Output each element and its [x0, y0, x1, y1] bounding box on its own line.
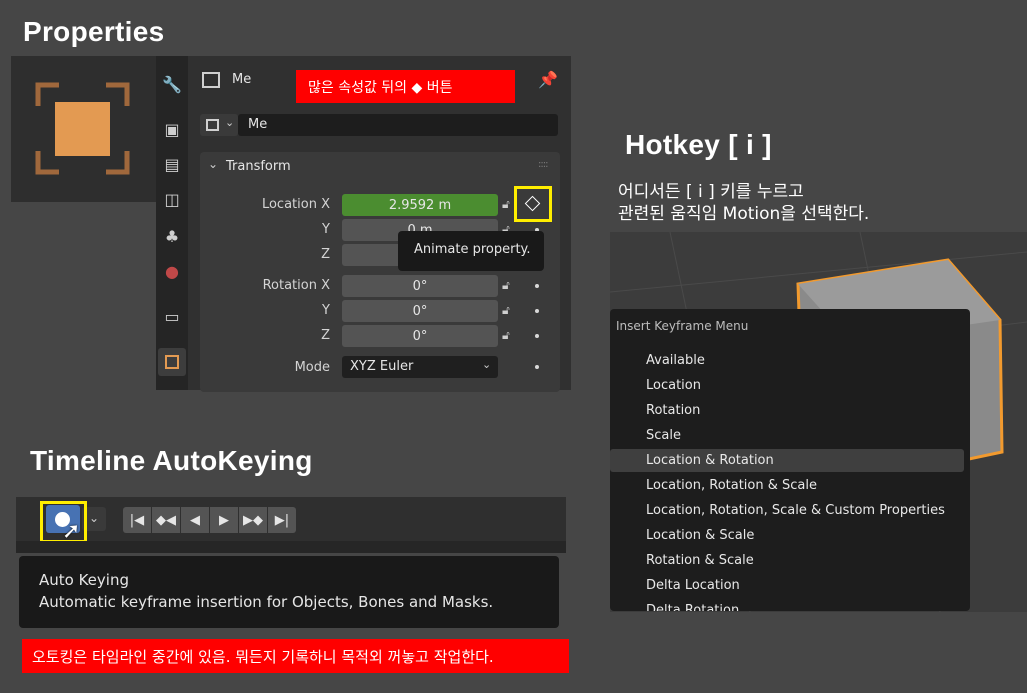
hotkey-line2: 관련된 움직임 Motion을 선택한다.	[618, 204, 870, 224]
timeline-header: ⌄ |◀ ◆◀ ◀ ▶ ▶◆ ▶|	[16, 497, 566, 541]
data-name-field[interactable]: Me	[238, 114, 558, 136]
menu-item-location-rotation[interactable]: Location & Rotation	[646, 453, 774, 468]
hotkey-heading: Hotkey [ i ]	[625, 129, 772, 160]
data-name-text: Me	[248, 117, 268, 132]
data-browse-button[interactable]: ⌄	[200, 114, 238, 136]
object-origin-icon	[35, 82, 130, 175]
menu-item-location[interactable]: Location	[646, 378, 701, 393]
lock-icon[interactable]: 🔓︎	[502, 278, 510, 293]
object-icon	[165, 355, 179, 369]
insert-keyframe-menu: Insert Keyframe Menu Available Location …	[610, 309, 970, 611]
chevron-down-icon[interactable]: ⌄	[208, 157, 218, 171]
location-z-label: Z	[321, 247, 330, 262]
menu-item-location-rotation-scale[interactable]: Location, Rotation & Scale	[646, 478, 817, 493]
collection-icon[interactable]: ▭	[162, 306, 182, 326]
properties-sidebar: 🔧 ▣ ▤ ◫ ♣ ● ▭	[156, 56, 188, 390]
chevron-down-icon: ⌄	[225, 116, 235, 129]
menu-item-scale[interactable]: Scale	[646, 428, 681, 443]
menu-item-available[interactable]: Available	[646, 353, 705, 368]
transform-panel-title[interactable]: Transform	[226, 159, 291, 174]
menu-item-location-rotation-scale-custom[interactable]: Location, Rotation, Scale & Custom Prope…	[646, 503, 945, 518]
autokey-tooltip-desc: Automatic keyframe insertion for Objects…	[39, 593, 494, 611]
play-reverse-icon[interactable]: ◀	[181, 507, 209, 533]
world-icon[interactable]: ●	[162, 261, 182, 281]
mode-value: XYZ Euler	[350, 359, 414, 374]
rotation-y-field[interactable]: 0°	[342, 300, 498, 322]
tooltip-text: Animate property.	[414, 242, 531, 257]
menu-item-location-scale[interactable]: Location & Scale	[646, 528, 754, 543]
drag-handle-icon[interactable]: ::::	[538, 159, 549, 170]
object-name: Me	[232, 72, 252, 87]
rotation-x-label: Rotation X	[262, 278, 330, 293]
keyframe-diamond-icon[interactable]	[524, 195, 541, 212]
keyframe-highlight	[514, 186, 552, 222]
output-icon[interactable]: ▤	[162, 154, 182, 174]
next-keyframe-icon[interactable]: ▶◆	[239, 507, 267, 533]
properties-editor: Me 📌 ⌄ Me ⌄ Transform :::: Location X 2.…	[188, 56, 571, 392]
menu-item-rotation-scale[interactable]: Rotation & Scale	[646, 553, 754, 568]
rotation-x-field[interactable]: 0°	[342, 275, 498, 297]
object-thumbnail	[11, 56, 156, 202]
keyframe-dot-icon[interactable]	[535, 365, 539, 369]
pin-icon[interactable]: 📌	[538, 70, 558, 89]
menu-item-delta-rotation[interactable]: Delta Rotation	[646, 603, 739, 611]
keyframe-dot-icon[interactable]	[535, 284, 539, 288]
menu-item-delta-location[interactable]: Delta Location	[646, 578, 740, 593]
jump-end-icon[interactable]: ▶|	[268, 507, 296, 533]
object-icon	[202, 72, 220, 88]
rotation-z-field[interactable]: 0°	[342, 325, 498, 347]
keyframe-dot-icon[interactable]	[535, 309, 539, 313]
timeline-heading: Timeline AutoKeying	[30, 445, 313, 476]
properties-note: 많은 속성값 뒤의 ◆ 버튼	[296, 70, 515, 103]
rotation-z-label: Z	[321, 328, 330, 343]
mode-dropdown[interactable]: XYZ Euler ⌄	[342, 356, 498, 378]
jump-start-icon[interactable]: |◀	[123, 507, 151, 533]
location-x-field[interactable]: 2.9592 m	[342, 194, 498, 216]
menu-item-rotation[interactable]: Rotation	[646, 403, 700, 418]
object-icon	[206, 119, 219, 131]
timeline-ruler[interactable]	[16, 541, 566, 553]
rotation-y-label: Y	[322, 303, 330, 318]
location-x-label: Location X	[261, 197, 330, 212]
lock-icon[interactable]: 🔓︎	[502, 328, 510, 343]
mode-label: Mode	[294, 360, 330, 375]
autokey-note: 오토킹은 타임라인 중간에 있음. 뭐든지 기록하니 목적외 꺼놓고 작업한다.	[22, 639, 569, 673]
object-tab[interactable]	[158, 348, 186, 376]
keyframe-dot-icon[interactable]	[535, 334, 539, 338]
autokey-tooltip-title: Auto Keying	[39, 571, 129, 589]
chevron-down-icon: ⌄	[482, 358, 492, 371]
view-layer-icon[interactable]: ◫	[162, 189, 182, 209]
animate-property-tooltip: Animate property.	[398, 231, 544, 271]
play-icon[interactable]: ▶	[210, 507, 238, 533]
menu-title: Insert Keyframe Menu	[616, 319, 749, 333]
hotkey-line1: 어디서든 [ i ] 키를 누르고	[618, 182, 804, 202]
hotkey-description: 어디서든 [ i ] 키를 누르고 관련된 움직임 Motion을 선택한다.	[618, 181, 869, 225]
scene-icon[interactable]: ♣	[162, 226, 182, 246]
properties-heading: Properties	[23, 16, 165, 47]
tool-icon[interactable]: 🔧	[162, 74, 182, 94]
autokey-tooltip: Auto Keying Automatic keyframe insertion…	[19, 556, 559, 628]
lock-icon[interactable]: 🔓︎	[502, 197, 510, 212]
location-y-label: Y	[322, 222, 330, 237]
lock-icon[interactable]: 🔓︎	[502, 303, 510, 318]
prev-keyframe-icon[interactable]: ◆◀	[152, 507, 180, 533]
render-icon[interactable]: ▣	[162, 119, 182, 139]
